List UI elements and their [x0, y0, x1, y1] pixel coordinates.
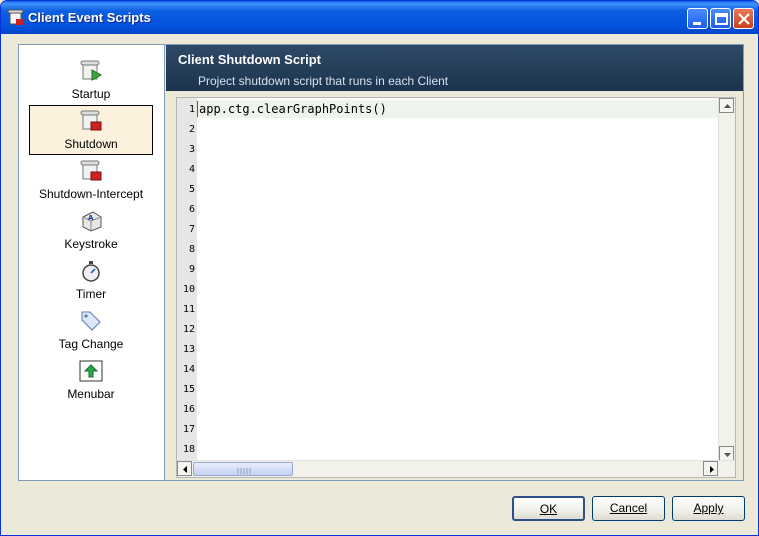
- sidebar-item-keystroke[interactable]: A Keystroke: [29, 205, 153, 255]
- script-editor[interactable]: 1 2 3 4 5 6 7 8 9 10 11 12 13 14 15 16 1: [176, 97, 736, 478]
- arrow-left-icon: [183, 466, 187, 473]
- sidebar-item-startup[interactable]: Startup: [29, 55, 153, 105]
- content-frame: Startup Shutdown Shutdown-Intercept A Ke…: [18, 44, 744, 481]
- minimize-icon: [693, 22, 701, 25]
- maximize-icon: [715, 13, 728, 25]
- event-sidebar: Startup Shutdown Shutdown-Intercept A Ke…: [19, 45, 165, 480]
- line-number-gutter: 1 2 3 4 5 6 7 8 9 10 11 12 13 14 15 16 1: [177, 98, 197, 461]
- close-button[interactable]: [733, 8, 754, 29]
- svg-text:A: A: [88, 214, 94, 222]
- stopwatch-icon: [82, 261, 100, 282]
- sidebar-item-tag-change[interactable]: Tag Change: [29, 305, 153, 355]
- ok-button-label: OK: [539, 502, 558, 516]
- line-number: 15: [182, 384, 195, 395]
- sidebar-item-menubar[interactable]: Menubar: [29, 355, 153, 405]
- code-text-area[interactable]: app.ctg.clearGraphPoints(): [197, 98, 719, 461]
- sidebar-item-shutdown[interactable]: Shutdown: [29, 105, 153, 155]
- sidebar-item-label: Shutdown: [64, 137, 118, 151]
- line-number: 12: [182, 324, 195, 335]
- scroll-stop-icon: [80, 110, 102, 131]
- scroll-left-button[interactable]: [177, 461, 192, 476]
- line-number: 8: [188, 244, 195, 255]
- key-icon: A: [82, 211, 102, 232]
- horizontal-scroll-thumb[interactable]: [193, 462, 293, 476]
- panel-header: Client Shutdown Script Project shutdown …: [166, 45, 743, 91]
- line-number: 1: [188, 104, 195, 115]
- sidebar-item-shutdown-intercept[interactable]: Shutdown-Intercept: [29, 155, 153, 205]
- tag-icon: [81, 311, 101, 331]
- minimize-button[interactable]: [687, 8, 708, 29]
- line-number: 4: [188, 164, 195, 175]
- line-number: 9: [188, 264, 195, 275]
- scroll-stop-icon: [80, 160, 102, 181]
- line-number: 2: [188, 124, 195, 135]
- menubar-icon: [79, 360, 103, 382]
- cancel-button[interactable]: Cancel: [592, 496, 665, 521]
- scroll-up-button[interactable]: [719, 98, 734, 113]
- ok-button[interactable]: OK: [512, 496, 585, 521]
- close-icon: [738, 13, 750, 25]
- vertical-scrollbar[interactable]: [718, 98, 735, 461]
- scroll-right-button[interactable]: [703, 461, 718, 476]
- line-number: 6: [188, 204, 195, 215]
- grip-icon: [237, 468, 251, 474]
- sidebar-item-label: Tag Change: [58, 337, 124, 351]
- code-line-1: app.ctg.clearGraphPoints(): [199, 102, 387, 116]
- apply-button[interactable]: Apply: [672, 496, 745, 521]
- maximize-button[interactable]: [710, 8, 731, 29]
- text-caret: [197, 101, 198, 117]
- line-number: 17: [182, 424, 195, 435]
- scroll-play-icon: [80, 60, 103, 81]
- line-number: 10: [182, 284, 195, 295]
- arrow-up-icon: [724, 104, 731, 108]
- sidebar-item-label: Timer: [75, 287, 107, 301]
- sidebar-item-label: Keystroke: [64, 237, 118, 251]
- panel-title: Client Shutdown Script: [178, 52, 321, 67]
- title-bar[interactable]: Client Event Scripts: [1, 1, 758, 34]
- horizontal-scrollbar[interactable]: [177, 460, 735, 477]
- line-number: 7: [188, 224, 195, 235]
- line-number: 11: [182, 304, 195, 315]
- line-number: 3: [188, 144, 195, 155]
- line-number: 16: [182, 404, 195, 415]
- line-number: 18: [182, 444, 195, 455]
- window-title: Client Event Scripts: [28, 10, 151, 25]
- sidebar-item-label: Startup: [71, 87, 111, 101]
- line-number: 13: [182, 344, 195, 355]
- sidebar-item-label: Shutdown-Intercept: [38, 187, 144, 201]
- panel-subtitle: Project shutdown script that runs in eac…: [198, 74, 449, 88]
- dialog-window: Client Event Scripts Startup Shutdown Sh…: [0, 0, 759, 536]
- sidebar-item-timer[interactable]: Timer: [29, 255, 153, 305]
- arrow-right-icon: [710, 466, 714, 473]
- sidebar-item-label: Menubar: [67, 387, 115, 401]
- scroll-down-button[interactable]: [719, 446, 734, 461]
- cancel-button-label: Cancel: [609, 501, 648, 515]
- line-number: 5: [188, 184, 195, 195]
- scroll-icon: [7, 9, 24, 25]
- apply-button-label: Apply: [693, 501, 724, 515]
- line-number: 14: [182, 364, 195, 375]
- script-panel: Client Shutdown Script Project shutdown …: [166, 45, 743, 480]
